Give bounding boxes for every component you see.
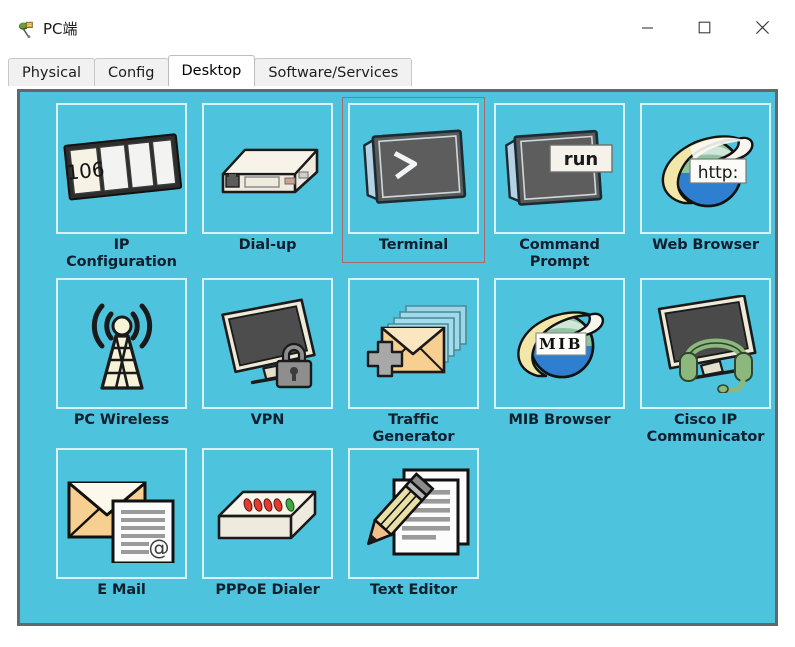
pc-device-window: PC端 Physical Config Desktop Software/Ser…	[0, 0, 795, 647]
svg-text:run: run	[563, 149, 598, 170]
desktop-item-icon-box[interactable]	[640, 278, 771, 409]
dial-up-icon	[221, 148, 318, 193]
desktop-item-icon-box[interactable]: @	[56, 448, 187, 579]
desktop-item-label: IP Configuration	[66, 237, 177, 270]
desktop-item-label: Web Browser	[652, 237, 759, 253]
desktop-item-pppoe-dialer[interactable]: PPPoE Dialer	[202, 448, 333, 618]
desktop-item-cisco-ip-communicator[interactable]: Cisco IP Communicator	[640, 278, 771, 448]
desktop-item-traffic-generator[interactable]: Traffic Generator	[348, 278, 479, 448]
desktop-item-icon-box[interactable]	[348, 278, 479, 409]
window-title: PC端	[43, 20, 78, 38]
packet-tracer-pc-icon	[18, 20, 36, 38]
close-icon[interactable]	[739, 12, 785, 42]
tab-desktop[interactable]: Desktop	[167, 55, 256, 86]
desktop-panel: 106 IP Configuration Dial-up Terminal ru…	[17, 89, 778, 626]
vpn-icon	[220, 298, 316, 388]
desktop-item-web-browser[interactable]: http: Web Browser	[640, 103, 771, 273]
desktop-item-label: MIB Browser	[508, 412, 611, 428]
tab-strip: Physical Config Desktop Software/Service…	[8, 54, 413, 86]
maximize-icon[interactable]	[681, 12, 727, 42]
desktop-icon-grid: 106 IP Configuration Dial-up Terminal ru…	[20, 92, 775, 623]
desktop-item-label: PC Wireless	[73, 412, 170, 428]
svg-text:@: @	[148, 536, 169, 560]
window-title-group: PC端	[18, 20, 78, 38]
desktop-item-icon-box[interactable]: http:	[640, 103, 771, 234]
command-prompt-icon: run	[504, 129, 613, 206]
desktop-item-label: Terminal	[378, 237, 449, 253]
desktop-item-dial-up[interactable]: Dial-up	[202, 103, 333, 273]
desktop-item-mib-browser[interactable]: MIB MIB Browser	[494, 278, 625, 448]
terminal-icon	[362, 129, 466, 204]
svg-text:106: 106	[65, 156, 105, 184]
pppoe-dialer-icon	[217, 490, 316, 539]
minimize-icon[interactable]	[624, 12, 670, 42]
text-editor-icon	[366, 468, 469, 555]
web-browser-icon: http:	[661, 134, 754, 207]
desktop-item-vpn[interactable]: VPN	[202, 278, 333, 448]
tab-software-services[interactable]: Software/Services	[254, 58, 413, 86]
mib-browser-icon: MIB	[516, 310, 604, 378]
tab-bar: Physical Config Desktop Software/Service…	[0, 54, 795, 86]
desktop-item-icon-box[interactable]: 106	[56, 103, 187, 234]
desktop-item-icon-box[interactable]	[202, 103, 333, 234]
desktop-item-label: VPN	[250, 412, 285, 428]
tab-config[interactable]: Config	[93, 58, 169, 86]
desktop-item-email[interactable]: @ E Mail	[56, 448, 187, 618]
desktop-item-label: PPPoE Dialer	[215, 582, 320, 598]
desktop-item-icon-box[interactable]: MIB	[494, 278, 625, 409]
pc-wireless-icon	[91, 303, 152, 390]
desktop-item-label: Traffic Generator	[372, 412, 455, 445]
window-titlebar: PC端	[0, 0, 795, 52]
desktop-item-icon-box[interactable]	[348, 448, 479, 579]
desktop-item-icon-box[interactable]: run	[494, 103, 625, 234]
desktop-item-label: Cisco IP Communicator	[646, 412, 765, 445]
desktop-item-icon-box[interactable]	[348, 103, 479, 234]
desktop-item-ip-configuration[interactable]: 106 IP Configuration	[56, 103, 187, 273]
cisco-ip-communicator-icon	[657, 294, 757, 393]
desktop-item-command-prompt[interactable]: run Command Prompt	[494, 103, 625, 273]
desktop-item-icon-box[interactable]	[56, 278, 187, 409]
desktop-item-text-editor[interactable]: Text Editor	[348, 448, 479, 618]
desktop-item-terminal[interactable]: Terminal	[342, 97, 485, 273]
svg-text:http:: http:	[697, 163, 738, 183]
desktop-item-icon-box[interactable]	[202, 448, 333, 579]
tab-physical[interactable]: Physical	[8, 58, 95, 86]
svg-text:MIB: MIB	[539, 335, 583, 353]
ip-configuration-icon: 106	[62, 132, 182, 200]
desktop-item-label: E Mail	[97, 582, 146, 598]
desktop-item-pc-wireless[interactable]: PC Wireless	[56, 278, 187, 448]
desktop-item-label: Text Editor	[369, 582, 458, 598]
desktop-item-label: Command Prompt	[519, 237, 600, 270]
desktop-item-icon-box[interactable]	[202, 278, 333, 409]
desktop-item-label: Dial-up	[238, 237, 297, 253]
traffic-generator-icon	[366, 304, 467, 377]
email-icon: @	[67, 481, 174, 563]
